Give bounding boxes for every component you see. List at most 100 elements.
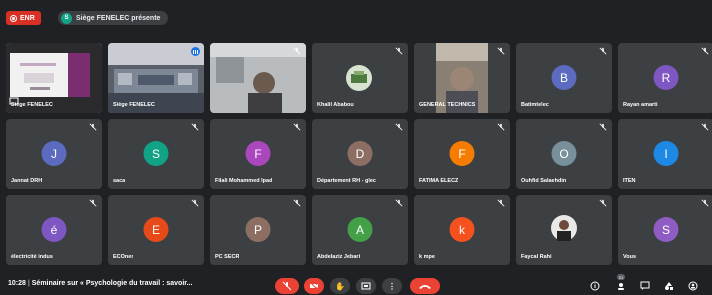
chat-icon <box>640 281 649 290</box>
more-options-button[interactable]: ⋮ <box>382 278 402 294</box>
mic-muted-icon <box>89 123 97 131</box>
participant-name: Khalil Ababou <box>317 102 354 108</box>
participant-tile-pc-secr[interactable]: P PC SECR <box>210 195 306 265</box>
participant-tile-screen[interactable]: Siège FENELEC <box>6 43 102 113</box>
participant-name: Département RH - glec <box>317 178 376 184</box>
top-bar: ENR S Siège FENELEC présente <box>0 0 712 34</box>
participants-button[interactable]: 21 <box>614 274 627 292</box>
participant-name: Rayan amarti <box>623 102 658 108</box>
participant-name: Ouhfid Salaehdin <box>521 178 567 184</box>
mic-muted-icon <box>395 199 403 207</box>
avatar: D <box>347 141 373 166</box>
mic-muted-icon <box>293 47 301 55</box>
record-icon <box>10 14 17 22</box>
mic-muted-icon <box>599 199 607 207</box>
participant-tile-faycal[interactable]: Faycal Rahi <box>516 195 612 265</box>
participant-tile-departement-rh[interactable]: D Département RH - glec <box>312 119 408 189</box>
present-icon <box>361 282 371 290</box>
participant-tile-room[interactable]: Siège FENELEC <box>108 43 204 113</box>
participant-tile-camera[interactable] <box>210 43 306 113</box>
participant-tile-saca[interactable]: S saca <box>108 119 204 189</box>
participant-tile-filali[interactable]: F Filali Mohammed Ipad <box>210 119 306 189</box>
mic-muted-icon <box>293 199 301 207</box>
mic-muted-icon <box>497 123 505 131</box>
meeting-title: Séminaire sur « Psychologie du travail :… <box>31 280 193 287</box>
participant-tile-econer[interactable]: E ECOner <box>108 195 204 265</box>
mic-muted-icon <box>191 123 199 131</box>
meeting-details-button[interactable] <box>588 279 601 292</box>
participant-name: Filali Mohammed Ipad <box>215 178 273 184</box>
participant-name: Faycal Rahi <box>521 254 552 260</box>
mic-muted-icon <box>395 47 403 55</box>
avatar: O <box>551 141 577 166</box>
participant-tile-iten[interactable]: I ITEN <box>618 119 712 189</box>
avatar: E <box>143 217 169 242</box>
mic-muted-icon <box>701 47 709 55</box>
participant-name: Batimtelec <box>521 102 549 108</box>
mic-muted-icon <box>701 199 709 207</box>
presenter-avatar: S <box>61 12 72 24</box>
mic-muted-icon <box>191 199 199 207</box>
participant-name: PC SECR <box>215 254 240 260</box>
participant-name: ITEN <box>623 178 636 184</box>
camera-off-icon <box>309 281 319 291</box>
presenting-text: Siège FENELEC présente <box>76 14 161 22</box>
bottom-bar: 10:28 | Séminaire sur « Psychologie du t… <box>0 274 712 295</box>
participant-name: Siège FENELEC <box>11 102 53 108</box>
mic-muted-icon <box>89 199 97 207</box>
avatar: J <box>41 141 67 166</box>
camera-toggle-button[interactable] <box>304 278 324 294</box>
profile-photo <box>551 215 577 241</box>
participant-tile-k-mpe[interactable]: k k mpe <box>414 195 510 265</box>
more-vert-icon: ⋮ <box>388 281 396 291</box>
participant-name: ECOner <box>113 254 134 260</box>
participant-name: Vous <box>623 254 637 260</box>
participant-tile-khalil[interactable]: Khalil Ababou <box>312 43 408 113</box>
hand-icon: ✋ <box>335 281 345 291</box>
mic-off-icon <box>282 281 292 291</box>
presenting-chip[interactable]: S Siège FENELEC présente <box>58 11 169 25</box>
mic-muted-icon <box>599 47 607 55</box>
mic-muted-icon <box>395 123 403 131</box>
participant-name: saca <box>113 178 126 184</box>
participant-name: Abdelaziz Jebari <box>317 254 361 260</box>
activities-button[interactable] <box>662 279 675 292</box>
chat-button[interactable] <box>638 279 651 292</box>
participant-tile-jannat[interactable]: J Jannat DRH <box>6 119 102 189</box>
mic-muted-icon <box>599 123 607 131</box>
avatar: k <box>449 217 475 242</box>
host-controls-button[interactable] <box>686 279 699 292</box>
info-icon <box>590 281 599 290</box>
avatar: S <box>653 217 679 242</box>
avatar: B <box>551 65 577 90</box>
mic-muted-icon <box>701 123 709 131</box>
clock-time: 10:28 <box>8 280 26 287</box>
avatar: R <box>653 65 679 90</box>
mic-toggle-button[interactable] <box>275 278 299 294</box>
participant-tile-general-technics[interactable]: GENERAL TECHNICS <box>414 43 510 113</box>
recording-indicator: ENR <box>6 11 41 25</box>
people-icon <box>617 282 624 290</box>
recording-label: ENR <box>20 14 35 22</box>
mic-muted-icon <box>497 47 505 55</box>
leave-call-button[interactable] <box>410 278 440 294</box>
participant-name: électricité indus <box>11 254 53 260</box>
avatar: é <box>41 217 67 242</box>
participant-name: k mpe <box>419 254 435 260</box>
participant-tile-fatima[interactable]: F FATIMA ELECZ <box>414 119 510 189</box>
participant-grid: Siège FENELEC Siège FENELEC Khalil Ababo… <box>6 43 712 269</box>
participant-tile-electricite[interactable]: é électricité indus <box>6 195 102 265</box>
raise-hand-button[interactable]: ✋ <box>330 278 350 294</box>
participant-tile-ouhfid[interactable]: O Ouhfid Salaehdin <box>516 119 612 189</box>
mic-muted-icon <box>497 199 505 207</box>
shapes-icon <box>664 281 673 290</box>
present-screen-button[interactable] <box>356 278 376 294</box>
participant-video <box>210 43 306 113</box>
participant-tile-self[interactable]: S Vous <box>618 195 712 265</box>
participant-tile-batimtelec[interactable]: B Batimtelec <box>516 43 612 113</box>
participant-tile-rayan[interactable]: R Rayan amarti <box>618 43 712 113</box>
participant-tile-abdelaziz[interactable]: A Abdelaziz Jebari <box>312 195 408 265</box>
speaking-indicator-icon <box>191 47 200 56</box>
avatar: A <box>347 217 373 242</box>
participant-name: FATIMA ELECZ <box>419 178 459 184</box>
